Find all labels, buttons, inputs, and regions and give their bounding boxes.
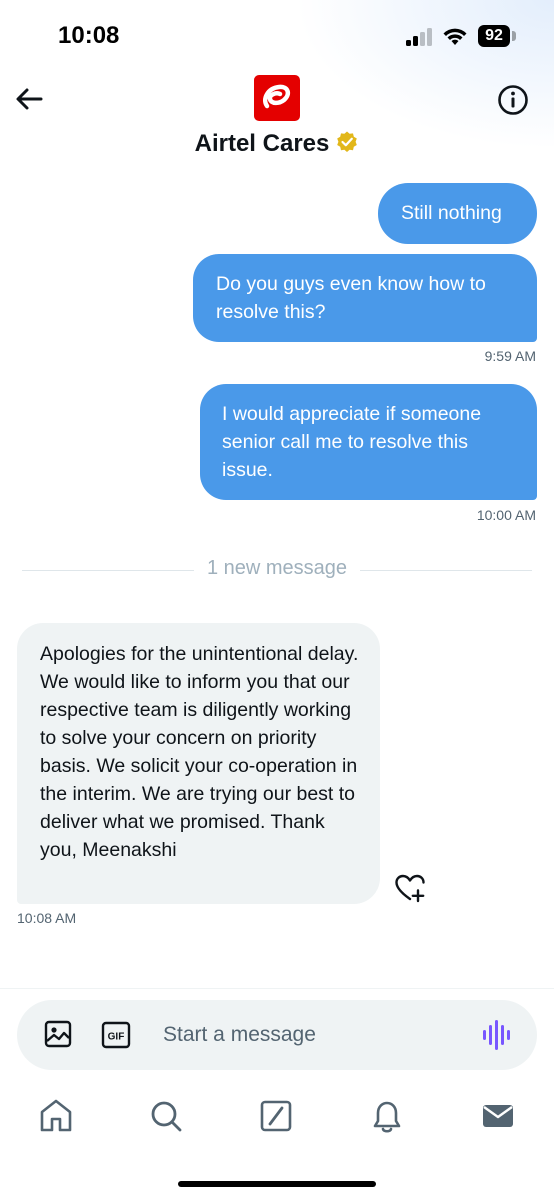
message-timestamp: 9:59 AM bbox=[484, 348, 536, 364]
notifications-icon[interactable] bbox=[369, 1096, 405, 1136]
message-bubble-outgoing[interactable]: I would appreciate if someone senior cal… bbox=[200, 384, 537, 500]
message-input[interactable] bbox=[163, 1022, 463, 1048]
message-bubble-outgoing[interactable]: Still nothing bbox=[378, 183, 537, 244]
wifi-icon bbox=[443, 28, 467, 45]
battery-cap bbox=[512, 31, 516, 41]
status-time: 10:08 bbox=[58, 22, 120, 49]
message-composer: GIF bbox=[17, 1000, 537, 1070]
gif-icon[interactable]: GIF bbox=[101, 1021, 131, 1049]
contact-name[interactable]: Airtel Cares bbox=[0, 130, 554, 158]
airtel-logo-mark bbox=[262, 84, 291, 109]
gif-icon-label: GIF bbox=[108, 1032, 125, 1043]
battery-indicator: 92 bbox=[478, 25, 510, 47]
message-bubble-outgoing[interactable]: Do you guys even know how to resolve thi… bbox=[193, 254, 537, 342]
status-glow bbox=[294, 0, 554, 150]
voice-message-icon[interactable] bbox=[481, 1018, 511, 1052]
back-arrow-icon[interactable] bbox=[14, 84, 44, 114]
search-icon[interactable] bbox=[148, 1096, 184, 1136]
cellular-signal-icon bbox=[406, 28, 434, 46]
grok-icon[interactable] bbox=[258, 1096, 294, 1136]
airtel-logo[interactable] bbox=[254, 75, 300, 121]
new-message-divider-label: 1 new message bbox=[206, 557, 348, 579]
gif-icon-frame: GIF bbox=[101, 1021, 131, 1049]
image-icon[interactable] bbox=[43, 1019, 73, 1049]
message-timestamp: 10:08 AM bbox=[17, 910, 77, 926]
message-bubble-incoming[interactable]: Apologies for the unintentional delay. W… bbox=[17, 623, 380, 904]
add-reaction-icon[interactable] bbox=[394, 873, 426, 903]
messages-icon[interactable] bbox=[480, 1096, 516, 1136]
verified-badge-icon bbox=[337, 131, 358, 152]
home-indicator[interactable] bbox=[178, 1181, 376, 1187]
contact-name-text: Airtel Cares bbox=[194, 130, 330, 157]
info-icon[interactable] bbox=[497, 84, 529, 116]
message-timestamp: 10:00 AM bbox=[476, 507, 536, 523]
composer-divider bbox=[0, 988, 554, 989]
home-icon[interactable] bbox=[38, 1096, 74, 1136]
